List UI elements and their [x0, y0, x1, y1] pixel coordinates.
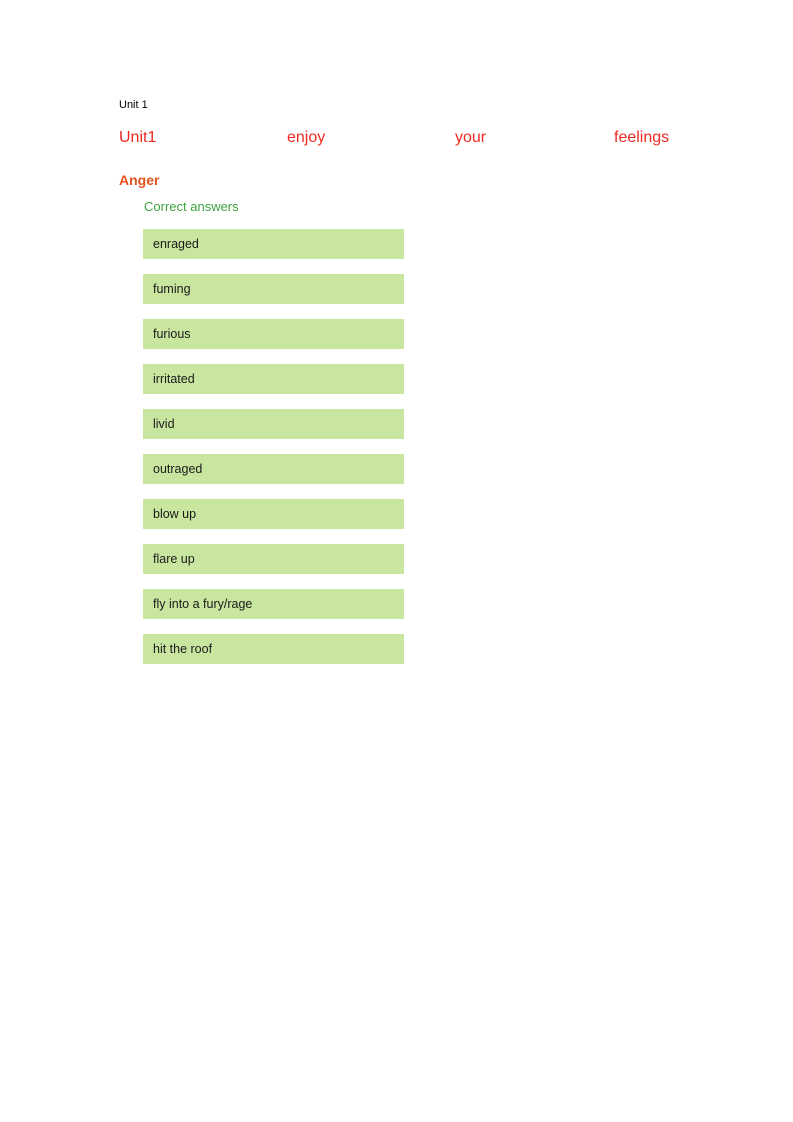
- title-word-unit: Unit1: [119, 129, 157, 146]
- answer-item-label: flare up: [153, 552, 195, 566]
- answer-item-label: livid: [153, 417, 175, 431]
- title-word-enjoy: enjoy: [287, 129, 326, 146]
- answer-item-label: irritated: [153, 372, 195, 386]
- answer-item: flare up: [143, 544, 404, 574]
- answer-item-label: furious: [153, 327, 191, 341]
- answer-item-label: enraged: [153, 237, 199, 251]
- answer-item-label: outraged: [153, 462, 203, 476]
- unit-label: Unit 1: [119, 99, 148, 111]
- answer-item: fly into a fury/rage: [143, 589, 404, 619]
- title-word-your: your: [455, 129, 487, 146]
- title-row: Unit1 enjoy your feelings: [119, 128, 719, 150]
- answer-item: hit the roof: [143, 634, 404, 664]
- answer-item: fuming: [143, 274, 404, 304]
- answer-item: livid: [143, 409, 404, 439]
- answer-item-label: blow up: [153, 507, 197, 521]
- answer-item-label: fuming: [153, 282, 191, 296]
- worksheet-page: Unit 1 Unit1 enjoy your feelings Anger C…: [0, 0, 793, 1122]
- title-word-feelings: feelings: [614, 129, 670, 146]
- correct-answers-subheading: Correct answers: [144, 199, 239, 214]
- answer-item-label: hit the roof: [153, 642, 213, 656]
- answers-list: enraged fuming furious irritated livid outrag…: [143, 229, 404, 664]
- answer-item: furious: [143, 319, 404, 349]
- answer-item: enraged: [143, 229, 404, 259]
- answer-item: blow up: [143, 499, 404, 529]
- section-heading-anger: Anger: [119, 172, 160, 188]
- answer-item: irritated: [143, 364, 404, 394]
- answer-item: outraged: [143, 454, 404, 484]
- answer-item-label: fly into a fury/rage: [153, 597, 253, 611]
